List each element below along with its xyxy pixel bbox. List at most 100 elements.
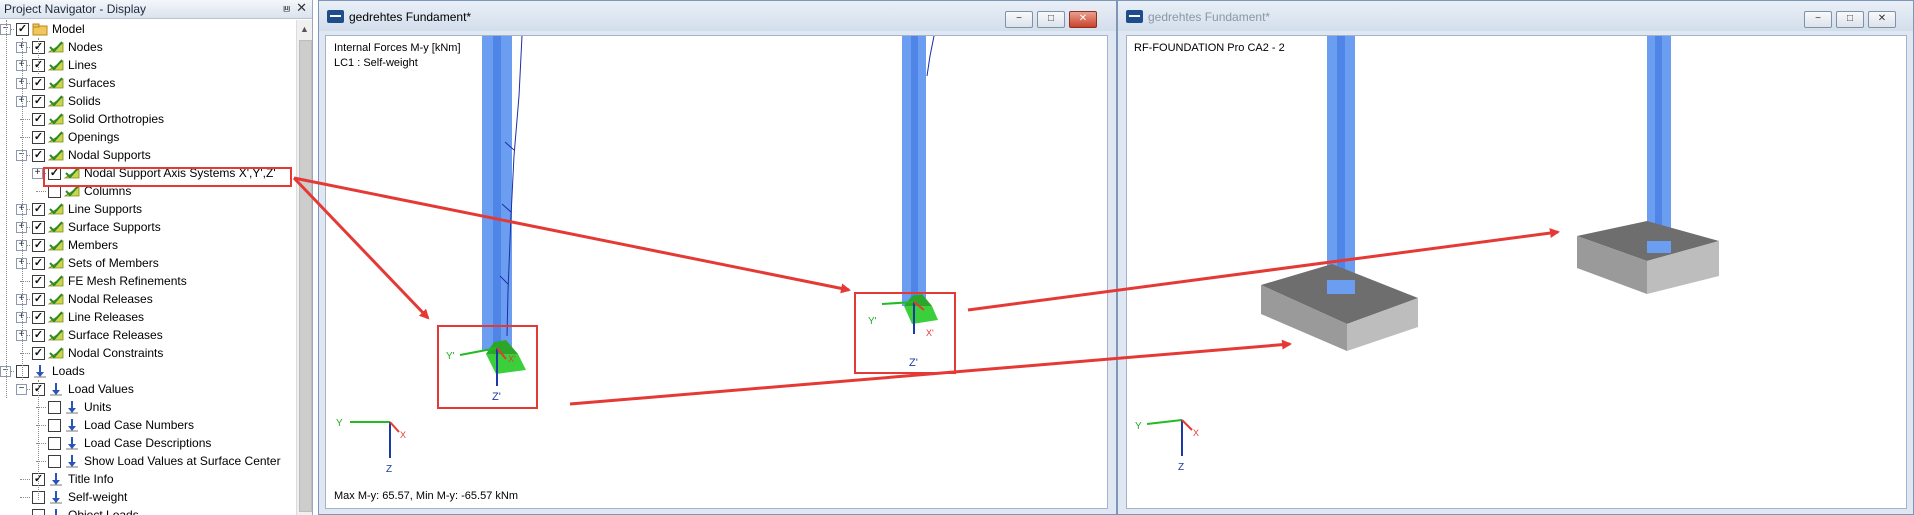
tree-item-label: Load Case Numbers xyxy=(84,418,195,432)
tree-item-checkbox[interactable]: ✓ xyxy=(16,23,29,36)
expand-icon[interactable]: + xyxy=(32,168,43,179)
tree-item-checkbox[interactable]: ✓ xyxy=(32,293,45,306)
global-z-label: Z xyxy=(386,464,392,475)
load-arrow-icon xyxy=(64,436,80,450)
tree-item[interactable]: Columns xyxy=(0,182,296,200)
display-icon xyxy=(63,166,80,180)
minimize-button[interactable]: − xyxy=(1804,11,1832,28)
tree-item[interactable]: + ✓ Surface Releases xyxy=(0,326,296,344)
display-icon xyxy=(47,328,64,342)
tree-item-label: Show Load Values at Surface Center xyxy=(84,454,281,468)
display-icon xyxy=(47,148,64,162)
tree-item-label: Units xyxy=(84,400,112,414)
tree-item-checkbox[interactable] xyxy=(48,419,61,432)
pin-icon[interactable]: ⩏ xyxy=(283,1,290,16)
tree-item-label: Line Supports xyxy=(68,202,143,216)
tree-item-checkbox[interactable]: ✓ xyxy=(32,95,45,108)
scroll-up-icon[interactable]: ▲ xyxy=(300,24,309,34)
tree-item-checkbox[interactable]: ✓ xyxy=(32,149,45,162)
tree-item-label: Members xyxy=(68,238,119,252)
global-x-label: X xyxy=(1193,428,1199,438)
tree-item[interactable]: ✓ Solid Orthotropies xyxy=(0,110,296,128)
close-button[interactable]: ✕ xyxy=(1868,11,1896,28)
close-icon[interactable]: ✕ xyxy=(296,0,307,16)
tree-guide-line xyxy=(38,380,39,500)
maximize-button[interactable]: □ xyxy=(1836,11,1864,28)
tree-item[interactable]: + ✓ Sets of Members xyxy=(0,254,296,272)
tree-item[interactable]: ✓ Title Info xyxy=(0,470,296,488)
tree-item[interactable]: Units xyxy=(0,398,296,416)
model-view-left: Y' Z' X' Y' Z' X' Y Z X xyxy=(336,36,938,475)
tree-item-label: Surfaces xyxy=(68,76,116,90)
graphics-canvas[interactable]: Internal Forces M-y [kNm] LC1 : Self-wei… xyxy=(325,35,1108,509)
tree-item[interactable]: + ✓ Nodes xyxy=(0,38,296,56)
maximize-button[interactable]: □ xyxy=(1037,11,1065,28)
app-logo-icon xyxy=(1126,10,1143,23)
tree-item[interactable]: + ✓ Line Releases xyxy=(0,308,296,326)
tree-item[interactable]: Object Loads xyxy=(0,506,296,515)
nodal-support-symbol[interactable] xyxy=(486,354,526,374)
tree-item-label: Nodes xyxy=(68,40,103,54)
tree-item[interactable]: + ✓ Nodal Releases xyxy=(0,290,296,308)
tree-item-checkbox[interactable] xyxy=(32,509,45,515)
tree-item-checkbox[interactable]: ✓ xyxy=(48,167,61,180)
tree-item-label: Nodal Supports xyxy=(68,148,151,162)
tree-item-checkbox[interactable]: ✓ xyxy=(32,329,45,342)
tree-item[interactable]: + ✓ Nodal Support Axis Systems X',Y',Z' xyxy=(0,164,296,182)
global-y-label: Y xyxy=(336,418,343,429)
tree-item-label: Surface Supports xyxy=(68,220,161,234)
tree-item-checkbox[interactable]: ✓ xyxy=(32,239,45,252)
load-arrow-icon xyxy=(48,472,64,486)
tree-item-checkbox[interactable]: ✓ xyxy=(32,311,45,324)
tree-item[interactable]: + ✓ Solids xyxy=(0,92,296,110)
close-button[interactable]: ✕ xyxy=(1069,11,1097,28)
tree-item[interactable]: + ✓ Line Supports xyxy=(0,200,296,218)
tree-item[interactable]: ✓ FE Mesh Refinements xyxy=(0,272,296,290)
tree-item[interactable]: ✓ Openings xyxy=(0,128,296,146)
tree-item-checkbox[interactable] xyxy=(48,437,61,450)
display-icon xyxy=(47,238,64,252)
tree-item-checkbox[interactable]: ✓ xyxy=(32,347,45,360)
tree-item[interactable]: Self-weight xyxy=(0,488,296,506)
tree-item[interactable]: − Loads xyxy=(0,362,296,380)
tree-item-checkbox[interactable]: ✓ xyxy=(32,131,45,144)
tree-guide-line xyxy=(22,38,23,380)
tree-item-checkbox[interactable]: ✓ xyxy=(32,275,45,288)
navigator-scrollbar[interactable]: ▲ xyxy=(296,20,312,515)
tree-item-checkbox[interactable]: ✓ xyxy=(32,203,45,216)
global-y-label: Y xyxy=(1135,421,1142,432)
display-icon xyxy=(47,346,64,360)
collapse-icon[interactable]: − xyxy=(16,384,27,395)
tree-item-checkbox[interactable]: ✓ xyxy=(32,221,45,234)
tree-item-checkbox[interactable] xyxy=(48,455,61,468)
tree-item[interactable]: + ✓ Surface Supports xyxy=(0,218,296,236)
tree-item[interactable]: Load Case Numbers xyxy=(0,416,296,434)
tree-item-checkbox[interactable] xyxy=(48,185,61,198)
tree-item-label: Solid Orthotropies xyxy=(68,112,165,126)
graphics-canvas[interactable]: RF-FOUNDATION Pro CA2 - 2 Y Z X xyxy=(1126,35,1907,509)
tree-item[interactable]: Load Case Descriptions xyxy=(0,434,296,452)
moment-diagram-line xyxy=(926,36,935,77)
tree-item-label: Solids xyxy=(68,94,101,108)
tree-item[interactable]: + ✓ Lines xyxy=(0,56,296,74)
tree-item[interactable]: + ✓ Surfaces xyxy=(0,74,296,92)
column-member-core xyxy=(493,36,501,351)
tree-item[interactable]: − ✓ Model xyxy=(0,20,296,38)
minimize-button[interactable]: − xyxy=(1005,11,1033,28)
window-title: gedrehtes Fundament* xyxy=(349,10,472,24)
tree-item[interactable]: − ✓ Nodal Supports xyxy=(0,146,296,164)
local-y-label: Y' xyxy=(446,351,455,362)
tree-item[interactable]: − ✓ Load Values xyxy=(0,380,296,398)
tree-item-checkbox[interactable]: ✓ xyxy=(32,77,45,90)
load-arrow-icon xyxy=(48,508,64,515)
tree-item[interactable]: ✓ Nodal Constraints xyxy=(0,344,296,362)
tree-item-checkbox[interactable] xyxy=(48,401,61,414)
scrollbar-thumb[interactable] xyxy=(299,40,312,512)
local-x-label: X' xyxy=(508,354,516,364)
model-view-right: Y Z X xyxy=(1135,36,1719,473)
tree-item-checkbox[interactable]: ✓ xyxy=(32,257,45,270)
tree-item-label: Title Info xyxy=(68,472,114,486)
tree-item[interactable]: + ✓ Members xyxy=(0,236,296,254)
tree-item[interactable]: Show Load Values at Surface Center xyxy=(0,452,296,470)
tree-item-checkbox[interactable]: ✓ xyxy=(32,113,45,126)
